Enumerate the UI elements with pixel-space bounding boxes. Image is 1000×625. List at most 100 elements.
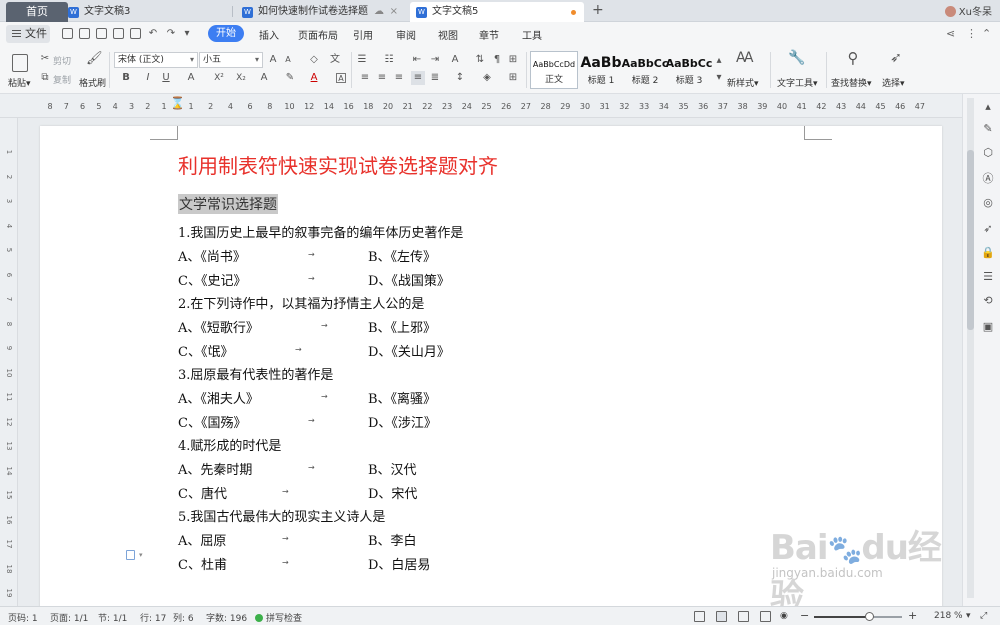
document-title[interactable]: 利用制表符快速实现试卷选择题对齐 [178, 150, 498, 179]
option-c[interactable]: C、唐代 [178, 483, 227, 502]
select-button[interactable]: 选择▾ [882, 76, 905, 89]
lock-icon[interactable]: 🔒 [981, 246, 995, 260]
open-icon[interactable] [79, 28, 90, 39]
shrink-font-icon[interactable]: A [283, 55, 293, 65]
paragraph-layout-icon[interactable] [126, 550, 135, 560]
char-border-icon[interactable]: A [336, 73, 346, 83]
style-panel-icon[interactable]: Ⓐ [981, 172, 995, 186]
option-b[interactable]: B、李白 [368, 530, 417, 549]
collapse-ribbon-icon[interactable]: ⌃ [982, 27, 991, 40]
user-account[interactable]: Xu冬呆 [944, 3, 992, 18]
menu-reference[interactable]: 引用 [353, 27, 373, 42]
new-icon[interactable] [62, 28, 73, 39]
print-preview-icon[interactable] [130, 28, 141, 39]
status-word-count[interactable]: 字数: 196 [206, 611, 247, 624]
zoom-out-button[interactable]: − [800, 609, 809, 622]
more-icon[interactable]: ⋮ [966, 27, 977, 40]
save-icon[interactable] [96, 28, 107, 39]
style-body[interactable]: AaBbCcDd 正文 [530, 51, 578, 89]
close-icon[interactable]: × [390, 2, 398, 22]
bullet-list-icon[interactable]: ☰ [357, 55, 367, 65]
share-icon[interactable]: ⋖ [946, 27, 955, 40]
page-view-icon[interactable] [716, 611, 727, 622]
question-text[interactable]: 4.赋形成的时代是 [178, 435, 281, 454]
font-color-icon[interactable]: A [309, 73, 319, 83]
pen-icon[interactable]: ✎ [981, 122, 995, 136]
chevron-down-icon[interactable]: ▾ [182, 29, 192, 39]
option-a[interactable]: A、《湘夫人》 [178, 388, 259, 407]
pinyin-icon[interactable]: 文 [330, 55, 340, 65]
option-c[interactable]: C、杜甫 [178, 554, 227, 573]
menu-page-layout[interactable]: 页面布局 [298, 27, 338, 42]
format-painter-button[interactable]: 格式刷 [79, 76, 106, 89]
highlight-icon[interactable]: ✎ [285, 73, 295, 83]
indent-marker-icon[interactable]: ⌛ [170, 96, 185, 110]
show-marks-icon[interactable]: ¶ [492, 55, 502, 65]
numbered-list-icon[interactable]: ☷ [384, 55, 394, 65]
collapse-icon[interactable]: ▴ [981, 100, 995, 114]
line-spacing-icon[interactable]: ↕ [455, 73, 465, 83]
paste-button[interactable]: 粘贴▾ [8, 76, 31, 89]
font-size-select[interactable]: 小五 ▾ [199, 52, 263, 68]
borders-icon[interactable]: ⊞ [508, 73, 518, 83]
horizontal-ruler[interactable]: 8 7 6 5 4 3 2 1 ⌛ 1 2 4 6 8 10 12 14 16 18 20 21 22 23 24 25 26 27… [0, 94, 962, 118]
zoom-slider[interactable] [814, 612, 902, 621]
bold-icon[interactable]: B [121, 73, 131, 83]
file-menu-button[interactable]: 文件 [6, 25, 50, 43]
select-pane-icon[interactable]: ➶ [981, 222, 995, 236]
underline-icon[interactable]: U [161, 73, 171, 83]
paste-icon[interactable] [12, 54, 28, 72]
option-c[interactable]: C、《氓》 [178, 341, 233, 360]
style-heading-3[interactable]: AaBbCc 标题 3 [665, 51, 713, 89]
new-style-button[interactable]: 新样式▾ [727, 76, 759, 89]
style-heading-2[interactable]: AaBbCc 标题 2 [621, 51, 669, 89]
option-a[interactable]: A、《尚书》 [178, 246, 246, 265]
style-heading-1[interactable]: AaBb 标题 1 [577, 51, 625, 89]
option-d[interactable]: D、《战国策》 [368, 270, 450, 289]
option-b[interactable]: B、《左传》 [368, 246, 436, 265]
font-name-select[interactable]: 宋体 (正文) ▾ [114, 52, 198, 68]
tab-home[interactable]: 首页 [6, 2, 68, 22]
question-text[interactable]: 1.我国历史上最早的叙事完备的编年体历史著作是 [178, 222, 463, 241]
table-icon[interactable]: ⊞ [508, 55, 518, 65]
justify-icon[interactable]: ≡ [411, 71, 425, 85]
print-icon[interactable] [113, 28, 124, 39]
align-center-icon[interactable]: ≡ [377, 73, 387, 83]
option-d[interactable]: D、《涉江》 [368, 412, 437, 431]
cut-button[interactable]: 剪切 [53, 54, 71, 67]
increase-indent-icon[interactable]: ⇥ [430, 55, 440, 65]
distributed-icon[interactable]: ≣ [430, 73, 440, 83]
find-replace-button[interactable]: 查找替换▾ [831, 76, 872, 89]
option-b[interactable]: B、《上邪》 [368, 317, 436, 336]
text-tools-button[interactable]: 文字工具▾ [777, 76, 818, 89]
menu-insert[interactable]: 插入 [259, 27, 279, 42]
vertical-ruler[interactable]: 1 2 3 4 5 6 7 8 9 10 11 12 13 14 15 16 17 18 19 [0, 118, 18, 606]
zoom-slider-knob[interactable] [864, 612, 874, 621]
settings-sliders-icon[interactable]: ☰ [981, 270, 995, 284]
eye-protect-icon[interactable]: ◉ [780, 611, 788, 621]
tab-exam-doc[interactable]: W 如何快速制作试卷选择题 ☁ × [236, 2, 406, 22]
chevron-down-icon[interactable]: ▾ [139, 551, 143, 559]
web-view-icon[interactable] [760, 611, 771, 622]
history-icon[interactable]: ⟲ [981, 294, 995, 308]
grow-font-icon[interactable]: A [268, 55, 278, 65]
strikethrough-icon[interactable]: A [186, 73, 196, 83]
superscript-icon[interactable]: X² [214, 73, 224, 83]
menu-tools[interactable]: 工具 [522, 27, 542, 42]
chinese-layout-icon[interactable]: A [450, 55, 460, 65]
outline-view-icon[interactable] [738, 611, 749, 622]
tab-doc-3[interactable]: W 文字文稿3 [62, 2, 232, 22]
clear-format-icon[interactable]: ◇ [309, 55, 319, 65]
shapes-icon[interactable]: ⬡ [981, 146, 995, 160]
option-d[interactable]: D、宋代 [368, 483, 417, 502]
subscript-icon[interactable]: X₂ [236, 73, 246, 83]
menu-view[interactable]: 视图 [438, 27, 458, 42]
question-text[interactable]: 3.屈原最有代表性的著作是 [178, 364, 333, 383]
fullscreen-icon[interactable]: ⤢ [980, 611, 987, 621]
option-a[interactable]: A、屈原 [178, 530, 226, 549]
menu-review[interactable]: 审阅 [396, 27, 416, 42]
italic-icon[interactable]: I [143, 73, 153, 83]
menu-chapter[interactable]: 章节 [479, 27, 499, 42]
scrollbar-thumb[interactable] [967, 150, 974, 330]
align-left-icon[interactable]: ≡ [360, 73, 370, 83]
